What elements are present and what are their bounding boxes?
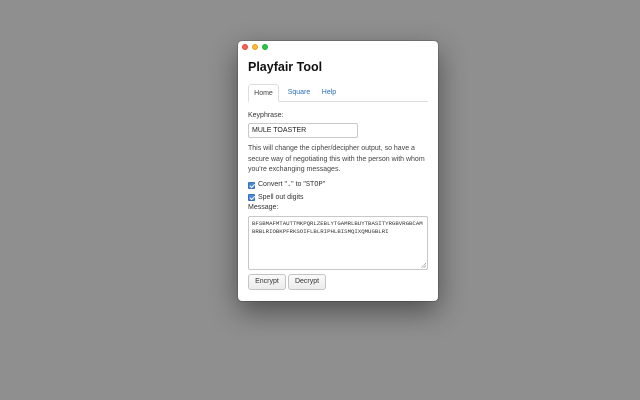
- app-window: Playfair Tool Home Square Help Keyphrase…: [238, 41, 438, 301]
- spell-digits-checkbox[interactable]: [248, 193, 255, 201]
- decrypt-button[interactable]: Decrypt: [288, 274, 326, 290]
- spell-digits-label: Spell out digits: [258, 193, 304, 201]
- minimize-window-button[interactable]: [252, 44, 258, 50]
- keyphrase-help-text: This will change the cipher/decipher out…: [248, 145, 425, 173]
- page-title: Playfair Tool: [248, 60, 323, 74]
- encrypt-button[interactable]: Encrypt: [248, 274, 286, 290]
- message-label: Message:: [248, 204, 279, 211]
- message-textarea[interactable]: BFSBMAFMTAUTTMKPQRLZEBLYTGAMRLBUYTBASITY…: [248, 216, 428, 270]
- spell-digits-option[interactable]: Spell out digits: [248, 192, 304, 202]
- maximize-window-button[interactable]: [262, 44, 268, 50]
- convert-period-label: Convert "." to "STOP": [258, 181, 326, 189]
- close-window-button[interactable]: [242, 44, 248, 50]
- tab-bar: Home Square Help: [248, 84, 428, 102]
- convert-period-checkbox[interactable]: [248, 181, 255, 189]
- keyphrase-input[interactable]: [248, 123, 358, 138]
- keyphrase-label: Keyphrase:: [248, 112, 284, 119]
- tab-home[interactable]: Home: [248, 84, 279, 102]
- tab-square[interactable]: Square: [285, 84, 313, 101]
- title-bar: [238, 41, 438, 53]
- convert-period-option[interactable]: Convert "." to "STOP": [248, 180, 325, 190]
- tab-help[interactable]: Help: [318, 84, 340, 101]
